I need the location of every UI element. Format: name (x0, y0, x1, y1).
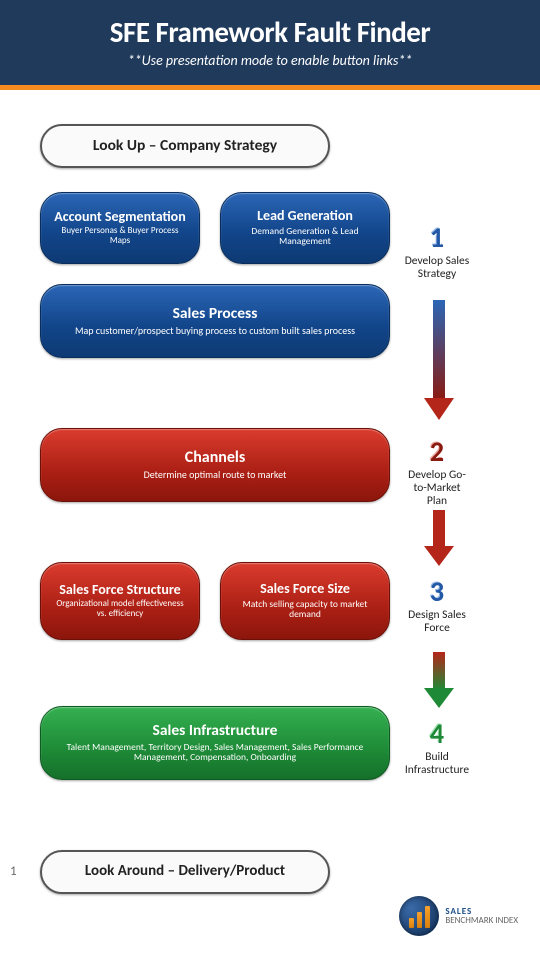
sales-process-sub: Map customer/prospect buying process to … (51, 325, 379, 336)
step-1: 1 Develop Sales Strategy (404, 222, 470, 281)
lead-generation-button[interactable]: Lead Generation Demand Generation & Lead… (220, 192, 390, 264)
sales-force-size-button[interactable]: Sales Force Size Match selling capacity … (220, 562, 390, 640)
step-2-label: Develop Go-to-Market Plan (404, 469, 470, 508)
account-segmentation-sub: Buyer Personas & Buyer Process Maps (51, 226, 189, 246)
sales-force-structure-sub: Organizational model effectiveness vs. e… (51, 599, 189, 619)
step-4-number: 4 (404, 718, 470, 749)
step-3: 3 Design Sales Force (404, 576, 470, 635)
step-1-number: 1 (404, 222, 470, 253)
step-2: 2 Develop Go-to-Market Plan (404, 436, 470, 508)
step-4: 4 Build Infrastructure (404, 718, 470, 777)
channels-title: Channels (51, 450, 379, 467)
arrow-down-icon (424, 652, 454, 708)
lead-generation-sub: Demand Generation & Lead Management (231, 226, 379, 247)
bar-chart-icon (399, 896, 439, 936)
sales-force-structure-button[interactable]: Sales Force Structure Organizational mod… (40, 562, 200, 640)
look-around-button[interactable]: Look Around – Delivery/Product (40, 850, 330, 894)
arrow-down-icon (424, 300, 454, 420)
account-segmentation-button[interactable]: Account Segmentation Buyer Personas & Bu… (40, 192, 200, 264)
footer-logo: SALES BENCHMARK INDEX (399, 896, 518, 936)
sales-process-button[interactable]: Sales Process Map customer/prospect buyi… (40, 284, 390, 358)
channels-button[interactable]: Channels Determine optimal route to mark… (40, 428, 390, 502)
account-segmentation-title: Account Segmentation (51, 210, 189, 225)
sales-force-structure-title: Sales Force Structure (51, 583, 189, 598)
slide-subtitle: **Use presentation mode to enable button… (18, 52, 522, 69)
step-2-number: 2 (404, 436, 470, 467)
page-number: 1 (10, 864, 17, 879)
slide-body: Look Up – Company Strategy Account Segme… (0, 90, 540, 958)
look-around-label: Look Around – Delivery/Product (52, 864, 318, 880)
lookup-label: Look Up – Company Strategy (52, 138, 318, 154)
slide-title: SFE Framework Fault Finder (18, 14, 522, 50)
sales-process-title: Sales Process (51, 306, 379, 322)
lead-generation-title: Lead Generation (231, 209, 379, 224)
sales-force-size-title: Sales Force Size (231, 582, 379, 597)
channels-sub: Determine optimal route to market (51, 469, 379, 480)
step-4-label: Build Infrastructure (404, 751, 470, 777)
step-3-number: 3 (404, 576, 470, 607)
step-1-label: Develop Sales Strategy (404, 255, 470, 281)
step-3-label: Design Sales Force (404, 609, 470, 635)
arrow-down-icon (424, 510, 454, 566)
footer-brand: SALES BENCHMARK INDEX (445, 907, 518, 926)
sales-infrastructure-button[interactable]: Sales Infrastructure Talent Management, … (40, 706, 390, 780)
slide-header: SFE Framework Fault Finder **Use present… (0, 0, 540, 90)
lookup-button[interactable]: Look Up – Company Strategy (40, 124, 330, 168)
sales-force-size-sub: Match selling capacity to market demand (231, 599, 379, 620)
sales-infrastructure-sub: Talent Management, Territory Design, Sal… (51, 742, 379, 763)
sales-infrastructure-title: Sales Infrastructure (51, 723, 379, 739)
